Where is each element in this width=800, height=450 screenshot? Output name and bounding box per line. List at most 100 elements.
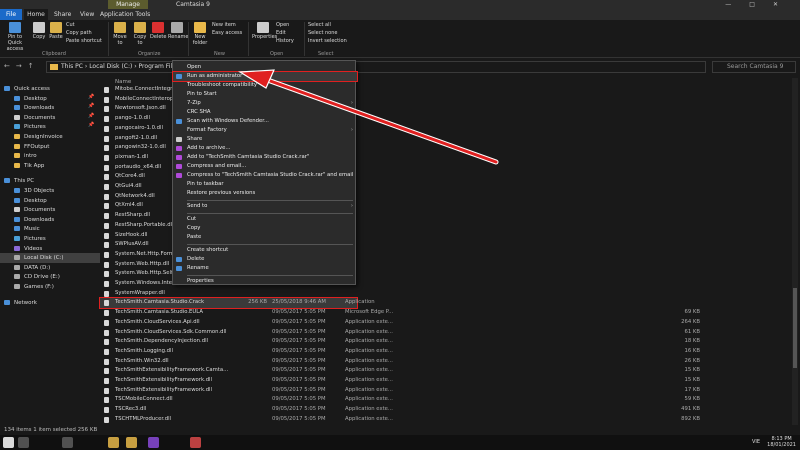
new-item-button[interactable]: New item xyxy=(212,22,236,28)
sidebar-item[interactable]: FFOutput xyxy=(0,142,49,152)
task-view-icon[interactable] xyxy=(62,437,73,448)
sidebar-item[interactable]: Pictures xyxy=(0,122,46,132)
select-none-button[interactable]: Select none xyxy=(308,30,338,36)
up-icon[interactable]: ↑ xyxy=(28,62,40,70)
sidebar-item[interactable]: Quick access xyxy=(0,84,50,94)
table-row[interactable]: TechSmithExtensibilityFramework.dll 09/05… xyxy=(100,376,790,386)
sidebar-item[interactable]: CD Drive (E:) xyxy=(0,272,60,282)
menu-item-crc-sha[interactable]: CRC SHA › xyxy=(173,108,357,117)
delete-button[interactable]: Delete xyxy=(150,22,166,40)
menu-item-run-as-administrator[interactable]: Run as administrator xyxy=(172,71,358,82)
sidebar-item[interactable]: Local Disk (C:) xyxy=(0,253,100,264)
copy-to-button[interactable]: Copy to xyxy=(132,22,148,46)
address-bar[interactable]: This PC › Local Disk (C:) › Program File… xyxy=(46,61,706,73)
menu-item-format-factory[interactable]: Format Factory › xyxy=(173,126,357,135)
menu-item-properties[interactable]: Properties xyxy=(173,277,357,286)
sidebar-item[interactable]: Network xyxy=(0,298,37,308)
tab-home[interactable]: Home xyxy=(24,9,48,20)
sidebar-item[interactable]: Music xyxy=(0,224,40,234)
sidebar-item[interactable]: Games (F:) xyxy=(0,282,54,292)
maximize-button[interactable]: □ xyxy=(749,1,773,8)
edit-button[interactable]: Edit xyxy=(276,30,286,36)
sidebar-item[interactable]: Tik App xyxy=(0,161,44,171)
invert-selection-button[interactable]: Invert selection xyxy=(308,38,347,44)
scroll-thumb[interactable] xyxy=(793,288,797,368)
menu-item-compress-and-email[interactable]: Compress and email... xyxy=(173,162,357,171)
search-input[interactable]: Search Camtasia 9 xyxy=(712,61,796,73)
table-row[interactable]: SystemWrapper.dll xyxy=(100,289,790,299)
table-row[interactable]: TechSmith.CloudServices.Sdk.Common.dll 09… xyxy=(100,328,790,338)
minimize-button[interactable]: — xyxy=(725,1,749,8)
search-icon[interactable] xyxy=(18,437,29,448)
app-icon[interactable] xyxy=(190,437,201,448)
menu-item-cut[interactable]: Cut xyxy=(173,215,357,224)
sidebar-item[interactable]: intro xyxy=(0,151,37,161)
tab-view[interactable]: View xyxy=(80,9,94,20)
clock[interactable]: 8:13 PM 18/01/2021 xyxy=(767,436,796,448)
sidebar-item[interactable]: Desktop xyxy=(0,196,47,206)
visual-studio-icon[interactable] xyxy=(148,437,159,448)
sidebar-item[interactable]: Desktop xyxy=(0,94,47,104)
menu-item-send-to[interactable]: Send to › xyxy=(173,202,357,211)
move-to-button[interactable]: Move to xyxy=(112,22,128,46)
sidebar-item[interactable]: Documents xyxy=(0,113,55,123)
select-all-button[interactable]: Select all xyxy=(308,22,331,28)
menu-item-add-to-techsmith-camtasia-studio-crack-rar[interactable]: Add to "TechSmith Camtasia Studio Crack.… xyxy=(173,153,357,162)
table-row[interactable]: TSCHTMLProducer.dll 09/05/2017 5:05 PM App… xyxy=(100,415,790,425)
menu-item-pin-to-taskbar[interactable]: Pin to taskbar xyxy=(173,180,357,189)
rename-button[interactable]: Rename xyxy=(168,22,189,40)
cut-button[interactable]: Cut xyxy=(66,22,75,28)
new-folder-button[interactable]: New folder xyxy=(192,22,208,46)
close-button[interactable]: ✕ xyxy=(773,1,796,8)
sidebar-item[interactable]: This PC xyxy=(0,176,34,186)
nav-arrows[interactable]: ←→↑ xyxy=(4,62,40,70)
tab-share[interactable]: Share xyxy=(54,9,71,20)
open-button[interactable]: Open xyxy=(276,22,289,28)
paste-button[interactable]: Paste xyxy=(48,22,64,40)
sidebar-item[interactable]: Downloads xyxy=(0,103,54,113)
menu-item-troubleshoot-compatibility[interactable]: Troubleshoot compatibility xyxy=(173,81,357,90)
properties-button[interactable]: Properties xyxy=(252,22,277,40)
tab-application-tools[interactable]: Application Tools xyxy=(100,9,150,20)
history-button[interactable]: History xyxy=(276,38,294,44)
menu-item-share[interactable]: Share xyxy=(173,135,357,144)
windows-start-icon[interactable] xyxy=(3,437,14,448)
copy-path-button[interactable]: Copy path xyxy=(66,30,92,36)
sidebar-item[interactable]: Videos xyxy=(0,244,42,254)
menu-item-7-zip[interactable]: 7-Zip › xyxy=(173,99,357,108)
table-row[interactable]: TechSmith.DependencyInjection.dll 09/05/2… xyxy=(100,337,790,347)
sidebar-item[interactable]: 3D Objects xyxy=(0,186,54,196)
chrome-icon[interactable] xyxy=(108,437,119,448)
menu-item-scan-with-windows-defender[interactable]: Scan with Windows Defender... xyxy=(173,117,357,126)
menu-item-copy[interactable]: Copy xyxy=(173,224,357,233)
forward-icon[interactable]: → xyxy=(16,62,28,70)
menu-item-restore-previous-versions[interactable]: Restore previous versions xyxy=(173,189,357,198)
tab-file[interactable]: File xyxy=(0,9,22,20)
table-row[interactable]: TechSmithExtensibilityFramework.dll 09/05… xyxy=(100,386,790,396)
pin-to-quick-access-button[interactable]: Pin to Quick access xyxy=(2,22,28,52)
menu-item-open[interactable]: Open xyxy=(173,63,357,72)
paste-shortcut-button[interactable]: Paste shortcut xyxy=(66,38,102,44)
window-controls[interactable]: —□✕ xyxy=(725,0,796,9)
file-explorer-icon[interactable] xyxy=(126,437,137,448)
table-row[interactable]: TechSmith.Logging.dll 09/05/2017 5:05 PM A… xyxy=(100,347,790,357)
manage-contextual-tab[interactable]: Manage xyxy=(108,0,148,9)
sidebar-item[interactable]: DesignInvoice xyxy=(0,132,63,142)
table-row[interactable]: TSCMobileConnect.dll 09/05/2017 5:05 PM Ap… xyxy=(100,395,790,405)
vertical-scrollbar[interactable] xyxy=(792,78,798,425)
table-row[interactable]: TechSmith.Camtasia.Studio.EULA 09/05/2017… xyxy=(100,308,790,318)
table-row[interactable]: TSCRec3.dll 09/05/2017 5:05 PM Application… xyxy=(100,405,790,415)
table-row[interactable]: TechSmith.CloudServices.Api.dll 09/05/201… xyxy=(100,318,790,328)
sidebar-item[interactable]: Documents xyxy=(0,205,55,215)
copy-button[interactable]: Copy xyxy=(32,22,46,40)
selected-file-row[interactable]: TechSmith.Camtasia.Studio.Crack 25/05/201… xyxy=(99,297,375,310)
language-indicator[interactable]: VIE xyxy=(752,439,760,445)
table-row[interactable]: TechSmithExtensibilityFramework.Camta...… xyxy=(100,366,790,376)
menu-item-delete[interactable]: Delete xyxy=(173,255,357,264)
menu-item-pin-to-start[interactable]: Pin to Start xyxy=(173,90,357,99)
sidebar-item[interactable]: Pictures xyxy=(0,234,46,244)
menu-item-rename[interactable]: Rename xyxy=(173,264,357,273)
menu-item-add-to-archive[interactable]: Add to archive... xyxy=(173,144,357,153)
menu-item-compress-to-techsmith-camtasia-studio-crack-rar-and-email[interactable]: Compress to "TechSmith Camtasia Studio C… xyxy=(173,171,357,180)
back-icon[interactable]: ← xyxy=(4,62,16,70)
